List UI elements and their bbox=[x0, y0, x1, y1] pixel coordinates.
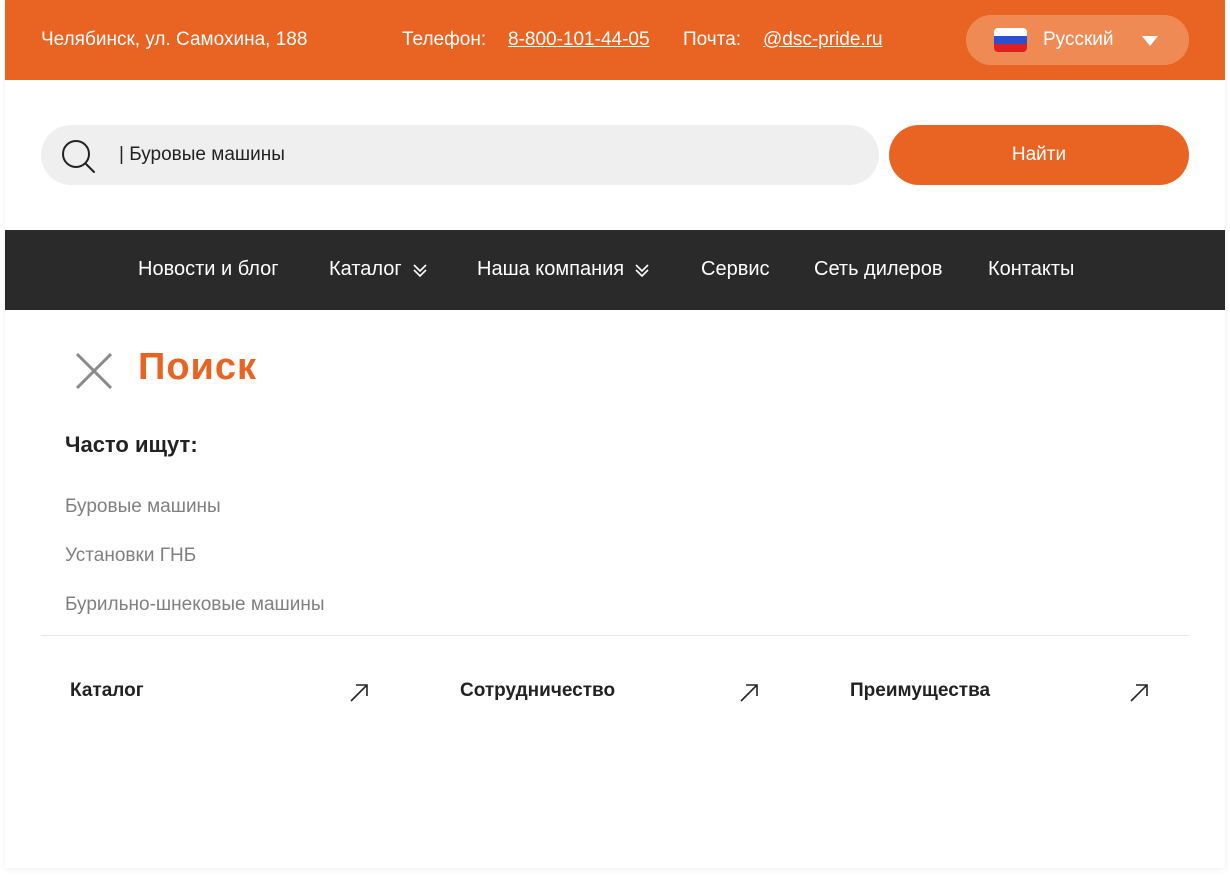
suggestion-link[interactable]: Буровые машины bbox=[65, 496, 221, 518]
nav-item-contacts[interactable]: Контакты bbox=[988, 258, 1074, 281]
nav-item-news[interactable]: Новости и блог bbox=[138, 258, 279, 281]
arrow-up-right-icon bbox=[1130, 684, 1148, 702]
double-chevron-down-icon bbox=[413, 263, 427, 277]
phone-label: Телефон: bbox=[402, 29, 487, 50]
often-searched-heading: Часто ищут: bbox=[65, 432, 198, 457]
link-label: Каталог bbox=[70, 680, 144, 701]
link-label: Сотрудничество bbox=[460, 680, 616, 701]
nav-item-label: Контакты bbox=[988, 258, 1075, 280]
address-text: Челябинск, ул. Самохина, 188 bbox=[41, 29, 308, 50]
suggestion-link[interactable]: Установки ГНБ bbox=[65, 545, 196, 567]
close-icon[interactable] bbox=[74, 351, 114, 391]
nav-item-dealers[interactable]: Сеть дилеров bbox=[814, 258, 943, 281]
page-frame: Челябинск, ул. Самохина, 188 Телефон: 8-… bbox=[5, 0, 1225, 868]
nav-item-label: Наша компания bbox=[477, 258, 625, 280]
main-nav: Новости и блог Каталог Наша компания Сер… bbox=[5, 230, 1225, 310]
mail-label: Почта: bbox=[683, 29, 742, 50]
link-label: Преимущества bbox=[850, 680, 991, 701]
nav-item-catalog[interactable]: Каталог bbox=[329, 258, 428, 281]
phone-link[interactable]: 8-800-101-44-05 bbox=[508, 29, 650, 51]
nav-item-label: Каталог bbox=[329, 258, 402, 280]
mail-link[interactable]: @dsc-pride.ru bbox=[763, 29, 883, 51]
cooperation-link[interactable]: Сотрудничество bbox=[460, 680, 760, 706]
russian-flag-icon bbox=[994, 28, 1027, 52]
language-label: Русский bbox=[1043, 29, 1114, 50]
arrow-up-right-icon bbox=[350, 684, 368, 702]
nav-item-company[interactable]: Наша компания bbox=[477, 258, 650, 281]
language-selector[interactable]: Русский bbox=[966, 15, 1189, 65]
caret-down-icon bbox=[1142, 36, 1158, 46]
nav-item-label: Новости и блог bbox=[138, 258, 279, 280]
arrow-up-right-icon bbox=[740, 684, 758, 702]
search-panel-title: Поиск bbox=[138, 346, 258, 388]
top-bar: Челябинск, ул. Самохина, 188 Телефон: 8-… bbox=[5, 0, 1225, 80]
double-chevron-down-icon bbox=[635, 263, 649, 277]
search-icon bbox=[62, 140, 95, 173]
suggestion-link[interactable]: Бурильно-шнековые машины bbox=[65, 594, 325, 616]
divider bbox=[41, 635, 1189, 636]
search-input[interactable] bbox=[119, 125, 819, 185]
nav-item-label: Сеть дилеров bbox=[814, 258, 943, 280]
search-box[interactable] bbox=[41, 125, 879, 185]
nav-item-label: Сервис bbox=[701, 258, 770, 280]
find-button[interactable]: Найти bbox=[889, 125, 1189, 185]
catalog-link[interactable]: Каталог bbox=[70, 680, 370, 706]
nav-item-service[interactable]: Сервис bbox=[701, 258, 770, 281]
advantages-link[interactable]: Преимущества bbox=[850, 680, 1150, 706]
